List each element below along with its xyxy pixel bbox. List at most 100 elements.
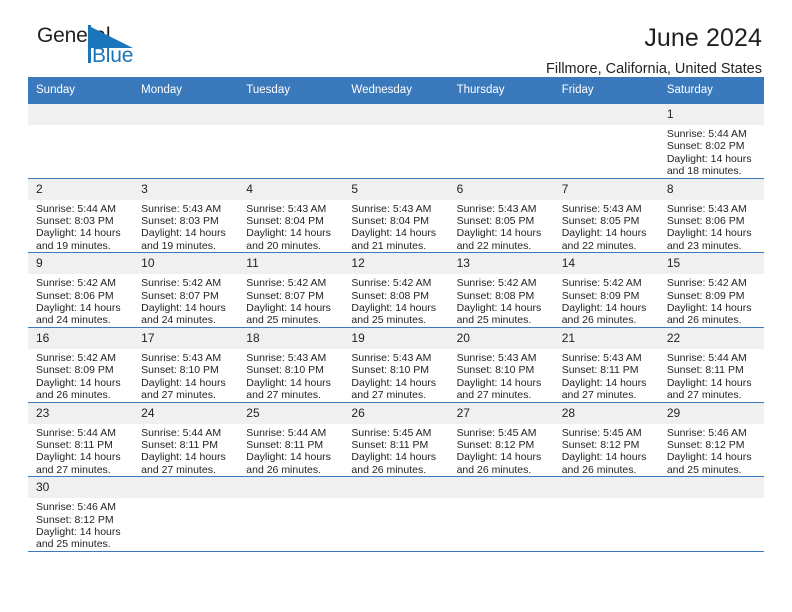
calendar-day-cell[interactable]: 22 Sunrise: 5:44 AM Sunset: 8:11 PM Dayligh… bbox=[658, 326, 764, 402]
calendar-day-cell[interactable]: 23 Sunrise: 5:44 AM Sunset: 8:11 PM Dayligh… bbox=[28, 401, 134, 477]
calendar-day-cell[interactable]: 30 Sunrise: 5:46 AM Sunset: 8:12 PM Dayligh… bbox=[28, 476, 134, 552]
daylight-text-line1: Daylight: 14 hours bbox=[141, 227, 226, 240]
calendar-day-cell[interactable]: 7 Sunrise: 5:43 AM Sunset: 8:05 PM Daylight… bbox=[553, 177, 659, 253]
calendar-page: General Blue June 2024 Fillmore, Califor… bbox=[0, 0, 792, 612]
day-number: 3 bbox=[133, 178, 239, 200]
sunset-text: Sunset: 8:04 PM bbox=[351, 215, 430, 228]
calendar-day-cell[interactable]: 29 Sunrise: 5:46 AM Sunset: 8:12 PM Dayligh… bbox=[658, 401, 764, 477]
sunset-text: Sunset: 8:12 PM bbox=[666, 438, 745, 451]
daylight-text-line1: Daylight: 14 hours bbox=[351, 376, 437, 389]
calendar-day-cell[interactable]: 9 Sunrise: 5:42 AM Sunset: 8:06 PM Daylight… bbox=[28, 252, 134, 328]
calendar-day-cell[interactable]: 18 Sunrise: 5:43 AM Sunset: 8:10 PM Dayligh… bbox=[238, 326, 344, 402]
daylight-text-line2: and 20 minutes. bbox=[246, 239, 321, 252]
day-number: 2 bbox=[28, 178, 134, 200]
day-number bbox=[553, 477, 659, 499]
day-number: 7 bbox=[553, 178, 659, 200]
daylight-text-line1: Daylight: 14 hours bbox=[561, 451, 647, 464]
calendar-day-cell[interactable]: 20 Sunrise: 5:43 AM Sunset: 8:10 PM Dayligh… bbox=[448, 326, 554, 402]
day-number: 13 bbox=[448, 253, 554, 275]
day-number: 27 bbox=[448, 402, 554, 424]
sunrise-text: Sunrise: 5:44 AM bbox=[141, 426, 222, 439]
daylight-text-line1: Daylight: 14 hours bbox=[561, 227, 647, 240]
sunset-text: Sunset: 8:11 PM bbox=[36, 438, 113, 451]
calendar-day-cell[interactable]: 8 Sunrise: 5:43 AM Sunset: 8:06 PM Daylight… bbox=[658, 177, 764, 253]
calendar-day-cell[interactable]: 17 Sunrise: 5:43 AM Sunset: 8:10 PM Dayligh… bbox=[133, 326, 239, 402]
brand-logo[interactable]: General Blue bbox=[37, 24, 157, 70]
sunset-text: Sunset: 8:10 PM bbox=[456, 364, 535, 377]
daylight-text-line2: and 23 minutes. bbox=[666, 239, 742, 252]
day-details: Sunrise: 5:44 AM Sunset: 8:03 PM Daylight:… bbox=[28, 200, 133, 253]
calendar-day-cell[interactable]: 10 Sunrise: 5:42 AM Sunset: 8:07 PM Dayligh… bbox=[133, 252, 239, 328]
day-number bbox=[238, 104, 344, 125]
day-number bbox=[343, 104, 449, 125]
day-details: Sunrise: 5:42 AM Sunset: 8:08 PM Daylight:… bbox=[343, 274, 448, 327]
calendar-day-cell[interactable]: 12 Sunrise: 5:42 AM Sunset: 8:08 PM Dayligh… bbox=[343, 252, 449, 328]
calendar-day-cell[interactable]: 4 Sunrise: 5:43 AM Sunset: 8:04 PM Daylight… bbox=[238, 177, 344, 253]
daylight-text-line2: and 27 minutes. bbox=[36, 463, 111, 476]
weekday-header-friday: Friday bbox=[553, 77, 659, 104]
sunset-text: Sunset: 8:03 PM bbox=[141, 215, 219, 228]
calendar-week-row: 16 Sunrise: 5:42 AM Sunset: 8:09 PM Dayligh… bbox=[28, 326, 764, 402]
calendar-day-cell[interactable]: 15 Sunrise: 5:42 AM Sunset: 8:09 PM Dayligh… bbox=[658, 252, 764, 328]
calendar-day-cell[interactable]: 16 Sunrise: 5:42 AM Sunset: 8:09 PM Dayligh… bbox=[28, 326, 134, 402]
sunset-text: Sunset: 8:08 PM bbox=[351, 289, 430, 302]
day-number: 24 bbox=[133, 402, 239, 424]
calendar-day-cell[interactable]: 1 Sunrise: 5:44 AM Sunset: 8:02 PM Daylight… bbox=[658, 103, 764, 179]
calendar-day-cell[interactable]: 24 Sunrise: 5:44 AM Sunset: 8:11 PM Dayligh… bbox=[133, 401, 239, 477]
calendar-day-cell[interactable]: 5 Sunrise: 5:43 AM Sunset: 8:04 PM Daylight… bbox=[343, 177, 449, 253]
calendar-day-cell-empty bbox=[238, 476, 344, 552]
calendar-day-cell[interactable]: 28 Sunrise: 5:45 AM Sunset: 8:12 PM Dayligh… bbox=[553, 401, 659, 477]
daylight-text-line2: and 27 minutes. bbox=[456, 389, 532, 402]
sunrise-text: Sunrise: 5:42 AM bbox=[36, 351, 116, 364]
day-number bbox=[28, 104, 134, 125]
sunrise-text: Sunrise: 5:43 AM bbox=[141, 202, 222, 215]
sunset-text: Sunset: 8:09 PM bbox=[666, 289, 745, 302]
sunrise-text: Sunrise: 5:43 AM bbox=[456, 351, 537, 364]
sunset-text: Sunset: 8:12 PM bbox=[36, 513, 114, 526]
sunrise-text: Sunrise: 5:44 AM bbox=[36, 202, 116, 215]
day-details: Sunrise: 5:43 AM Sunset: 8:05 PM Daylight:… bbox=[449, 200, 554, 253]
day-details: Sunrise: 5:43 AM Sunset: 8:10 PM Daylight:… bbox=[238, 349, 343, 402]
day-number bbox=[448, 104, 554, 125]
sunrise-text: Sunrise: 5:43 AM bbox=[561, 202, 642, 215]
sunrise-text: Sunrise: 5:43 AM bbox=[141, 351, 222, 364]
daylight-text-line2: and 19 minutes. bbox=[36, 239, 111, 252]
weekday-header-wednesday: Wednesday bbox=[343, 77, 449, 104]
calendar-day-cell[interactable]: 19 Sunrise: 5:43 AM Sunset: 8:10 PM Dayligh… bbox=[343, 326, 449, 402]
calendar-day-cell[interactable]: 27 Sunrise: 5:45 AM Sunset: 8:12 PM Dayligh… bbox=[448, 401, 554, 477]
sunrise-text: Sunrise: 5:43 AM bbox=[351, 202, 432, 215]
calendar-day-cell[interactable]: 14 Sunrise: 5:42 AM Sunset: 8:09 PM Dayligh… bbox=[553, 252, 659, 328]
daylight-text-line1: Daylight: 14 hours bbox=[666, 227, 752, 240]
day-number: 6 bbox=[448, 178, 554, 200]
day-details: Sunrise: 5:42 AM Sunset: 8:09 PM Daylight:… bbox=[554, 274, 659, 327]
day-details: Sunrise: 5:43 AM Sunset: 8:05 PM Daylight:… bbox=[554, 200, 659, 253]
calendar-day-cell[interactable]: 3 Sunrise: 5:43 AM Sunset: 8:03 PM Daylight… bbox=[133, 177, 239, 253]
day-details: Sunrise: 5:43 AM Sunset: 8:04 PM Daylight:… bbox=[343, 200, 448, 253]
day-number: 25 bbox=[238, 402, 344, 424]
day-number: 29 bbox=[658, 402, 764, 424]
day-details: Sunrise: 5:43 AM Sunset: 8:10 PM Daylight:… bbox=[343, 349, 448, 402]
day-number: 4 bbox=[238, 178, 344, 200]
daylight-text-line1: Daylight: 14 hours bbox=[246, 302, 331, 315]
day-details: Sunrise: 5:44 AM Sunset: 8:11 PM Daylight:… bbox=[238, 424, 343, 477]
calendar-day-cell[interactable]: 11 Sunrise: 5:42 AM Sunset: 8:07 PM Dayligh… bbox=[238, 252, 344, 328]
sunset-text: Sunset: 8:11 PM bbox=[561, 364, 639, 377]
calendar-day-cell[interactable]: 6 Sunrise: 5:43 AM Sunset: 8:05 PM Daylight… bbox=[448, 177, 554, 253]
calendar-day-cell-empty bbox=[448, 103, 554, 179]
daylight-text-line1: Daylight: 14 hours bbox=[351, 227, 437, 240]
calendar-day-cell[interactable]: 13 Sunrise: 5:42 AM Sunset: 8:08 PM Dayligh… bbox=[448, 252, 554, 328]
calendar-day-cell[interactable]: 2 Sunrise: 5:44 AM Sunset: 8:03 PM Daylight… bbox=[28, 177, 134, 253]
day-details: Sunrise: 5:43 AM Sunset: 8:11 PM Daylight:… bbox=[554, 349, 659, 402]
calendar-day-cell-empty bbox=[553, 476, 659, 552]
day-number: 30 bbox=[28, 477, 134, 499]
daylight-text-line1: Daylight: 14 hours bbox=[246, 451, 331, 464]
day-number: 21 bbox=[553, 327, 659, 349]
daylight-text-line1: Daylight: 14 hours bbox=[456, 302, 542, 315]
calendar-day-cell[interactable]: 25 Sunrise: 5:44 AM Sunset: 8:11 PM Dayligh… bbox=[238, 401, 344, 477]
daylight-text-line2: and 24 minutes. bbox=[141, 314, 216, 327]
day-details: Sunrise: 5:44 AM Sunset: 8:11 PM Daylight:… bbox=[28, 424, 133, 477]
daylight-text-line2: and 25 minutes. bbox=[456, 314, 532, 327]
calendar-day-cell[interactable]: 21 Sunrise: 5:43 AM Sunset: 8:11 PM Dayligh… bbox=[553, 326, 659, 402]
calendar-day-cell[interactable]: 26 Sunrise: 5:45 AM Sunset: 8:11 PM Dayligh… bbox=[343, 401, 449, 477]
day-details: Sunrise: 5:45 AM Sunset: 8:11 PM Daylight:… bbox=[343, 424, 448, 477]
